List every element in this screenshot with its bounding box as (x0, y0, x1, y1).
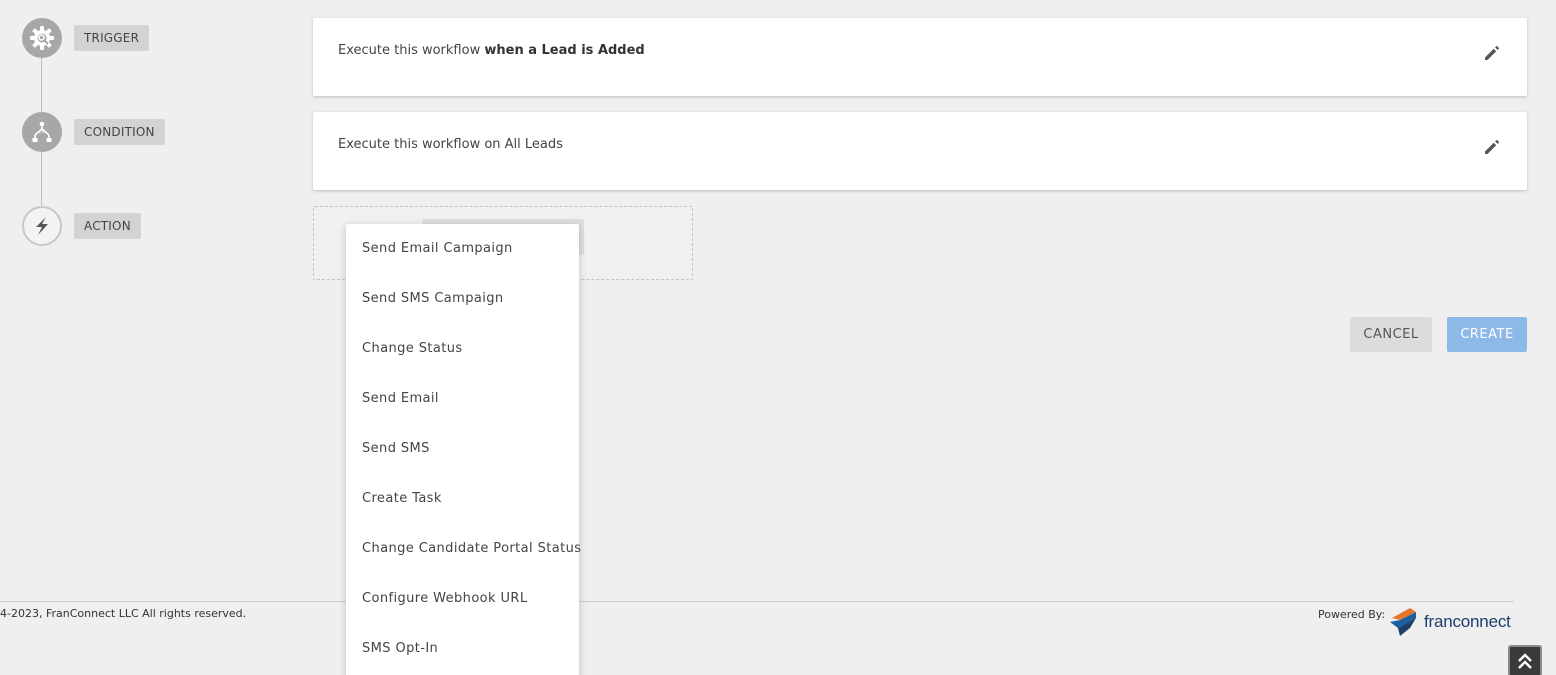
menu-item-change-candidate-portal-status[interactable]: Change Candidate Portal Status (346, 524, 581, 574)
trigger-description-event: when a Lead is Added (484, 43, 645, 58)
action-step-label: ACTION (74, 213, 141, 239)
condition-step-label: CONDITION (74, 119, 165, 145)
action-step-icon (22, 206, 62, 246)
scroll-to-top-button[interactable] (1508, 645, 1542, 675)
menu-item-change-status[interactable]: Change Status (346, 324, 579, 374)
condition-step-icon (22, 112, 62, 152)
pencil-icon (1485, 139, 1500, 154)
branch-icon (32, 121, 52, 142)
edit-trigger-button[interactable] (1481, 42, 1503, 64)
franconnect-wordmark: franconnect (1424, 612, 1511, 631)
trigger-description-prefix: Execute this workflow (338, 43, 481, 58)
menu-item-send-email[interactable]: Send Email (346, 374, 579, 424)
trigger-step-icon (22, 18, 62, 58)
cancel-button[interactable]: CANCEL (1350, 317, 1432, 352)
menu-item-send-sms-campaign[interactable]: Send SMS Campaign (346, 274, 579, 324)
gear-icon (30, 26, 54, 50)
franconnect-logo-mark (1390, 608, 1416, 636)
action-menu: Send Email Campaign Send SMS Campaign Ch… (346, 224, 581, 675)
menu-item-send-email-campaign[interactable]: Send Email Campaign (346, 224, 579, 274)
franconnect-logo: franconnect (1388, 606, 1511, 638)
condition-card: Execute this workflow on All Leads (313, 112, 1527, 190)
copyright-text: 4-2023, FranConnect LLC All rights reser… (0, 607, 247, 620)
create-button[interactable]: CREATE (1447, 317, 1527, 352)
condition-description: Execute this workflow on All Leads (338, 137, 563, 152)
menu-item-configure-webhook-url[interactable]: Configure Webhook URL (346, 574, 579, 624)
edit-condition-button[interactable] (1481, 136, 1503, 158)
menu-item-create-task[interactable]: Create Task (346, 474, 579, 524)
pencil-icon (1485, 45, 1500, 60)
trigger-step-label: TRIGGER (74, 25, 150, 51)
double-chevron-up-icon (1518, 653, 1532, 669)
lightning-icon (36, 217, 48, 235)
powered-by-text: Powered By: (1318, 608, 1386, 621)
menu-item-sms-opt-in[interactable]: SMS Opt-In (346, 624, 579, 674)
trigger-description: Execute this workflow when a Lead is Add… (338, 43, 645, 58)
footer-divider (0, 601, 1514, 602)
trigger-card: Execute this workflow when a Lead is Add… (313, 18, 1527, 96)
menu-item-send-sms[interactable]: Send SMS (346, 424, 579, 474)
